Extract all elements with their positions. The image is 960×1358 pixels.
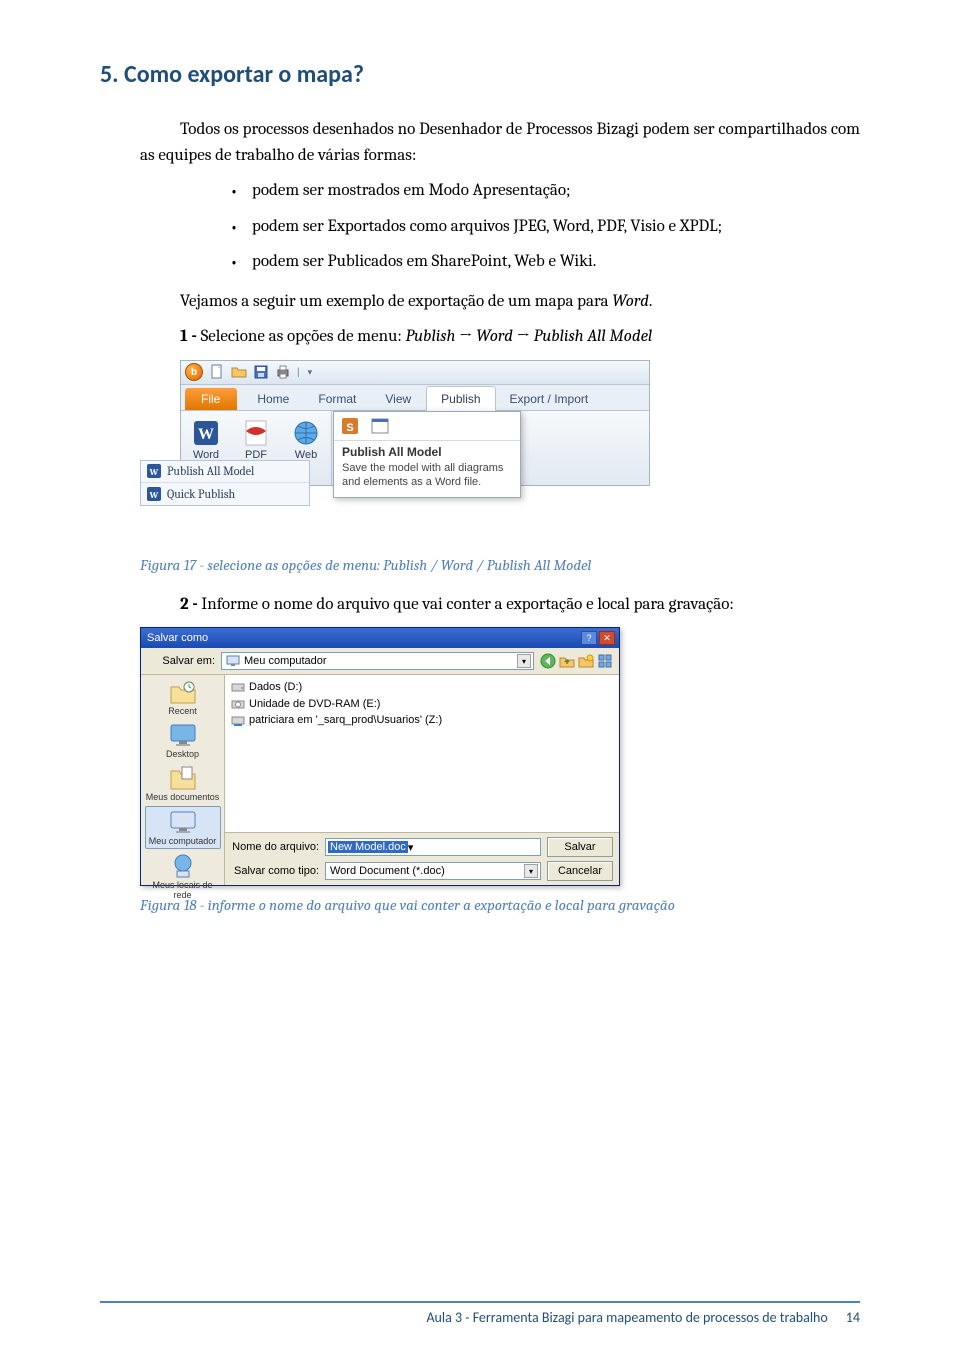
page-number: 14 — [846, 1309, 860, 1326]
tooltip-body: Save the model with all diagrams and ele… — [334, 461, 520, 498]
word-icon: W — [192, 419, 220, 447]
qat-dropdown-icon[interactable]: ▾ — [308, 367, 313, 378]
svg-text:W: W — [198, 426, 214, 443]
tab-home[interactable]: Home — [243, 387, 304, 410]
example-intro: Vejamos a seguir um exemplo de exportaçã… — [140, 289, 860, 315]
drive-item[interactable]: patriciara em '_sarq_prod\Usuarios' (Z:) — [231, 712, 613, 729]
save-in-combo[interactable]: Meu computador ▾ — [221, 652, 534, 670]
new-folder-icon[interactable] — [578, 653, 594, 669]
print-icon[interactable] — [275, 364, 291, 380]
step-1: 1 - Selecione as opções de menu: Publish… — [140, 324, 860, 350]
filename-label: Nome do arquivo: — [231, 841, 319, 853]
views-icon[interactable] — [597, 653, 613, 669]
intro-paragraph: Todos os processos desenhados no Desenha… — [140, 117, 860, 168]
svg-text:S: S — [346, 422, 353, 434]
app-orb-icon[interactable]: b — [185, 363, 203, 381]
drive-item[interactable]: Dados (D:) — [231, 679, 613, 696]
network-icon — [169, 853, 197, 879]
tooltip-publish-all-model: S Publish All Model Save the model with … — [333, 411, 521, 499]
back-icon[interactable] — [540, 653, 556, 669]
pdf-icon — [242, 419, 270, 447]
file-list-area[interactable]: Dados (D:) Unidade de DVD-RAM (E:) patri… — [225, 675, 619, 885]
tab-export-import[interactable]: Export / Import — [496, 387, 604, 410]
chevron-down-icon: ▾ — [517, 654, 531, 668]
bullet-item: podem ser Publicados em SharePoint, Web … — [230, 249, 860, 275]
save-icon[interactable] — [253, 364, 269, 380]
chevron-down-icon: ▾ — [524, 864, 538, 878]
hdd-icon — [231, 681, 245, 693]
drive-item[interactable]: Unidade de DVD-RAM (E:) — [231, 696, 613, 713]
menu-publish-all-model[interactable]: W Publish All Model — [141, 461, 309, 483]
help-button[interactable]: ? — [581, 631, 597, 645]
place-computer[interactable]: Meu computador — [145, 806, 221, 849]
cancel-button[interactable]: Cancelar — [547, 861, 613, 881]
svg-text:W: W — [149, 468, 159, 478]
menu-quick-publish[interactable]: W Quick Publish — [141, 483, 309, 505]
wiki-icon — [370, 416, 390, 436]
word-mini-icon: W — [147, 487, 161, 501]
save-in-label: Salvar em: — [147, 655, 215, 667]
page-footer: Aula 3 - Ferramenta Bizagi para mapeamen… — [100, 1301, 860, 1326]
network-drive-icon — [231, 714, 245, 726]
footer-text: Aula 3 - Ferramenta Bizagi para mapeamen… — [426, 1309, 827, 1326]
section-heading: 5. Como exportar o mapa? — [100, 60, 860, 89]
svg-text:W: W — [149, 491, 159, 501]
quick-access-toolbar: b | ▾ — [181, 361, 649, 385]
bullet-list: podem ser mostrados em Modo Apresentação… — [230, 178, 860, 275]
figure-18-saveas-dialog: Salvar como ? ✕ Salvar em: Meu computado… — [140, 627, 620, 886]
figure-18-caption: Figura 18 - informe o nome do arquivo qu… — [140, 896, 860, 914]
filetype-label: Salvar como tipo: — [231, 865, 319, 877]
word-mini-icon: W — [147, 464, 161, 478]
bullet-item: podem ser Exportados como arquivos JPEG,… — [230, 214, 860, 240]
recent-icon — [169, 679, 197, 705]
new-file-icon[interactable] — [209, 364, 225, 380]
tab-file[interactable]: File — [185, 388, 237, 410]
tab-format[interactable]: Format — [304, 387, 371, 410]
dvd-icon — [231, 698, 245, 710]
place-recent[interactable]: Recent — [145, 677, 221, 718]
up-folder-icon[interactable] — [559, 653, 575, 669]
close-button[interactable]: ✕ — [599, 631, 615, 645]
places-bar: Recent Desktop Meus documentos Meu compu… — [141, 675, 225, 885]
save-button[interactable]: Salvar — [547, 837, 613, 857]
dialog-titlebar: Salvar como ? ✕ — [141, 628, 619, 648]
filetype-combo[interactable]: Word Document (*.doc) ▾ — [325, 862, 541, 880]
place-documents[interactable]: Meus documentos — [145, 763, 221, 804]
sharepoint-icon: S — [340, 416, 360, 436]
figure-17: b | ▾ File Home Format View Publish Expo… — [140, 360, 860, 486]
computer-icon — [226, 654, 240, 668]
desktop-icon — [169, 722, 197, 748]
dialog-title: Salvar como — [147, 632, 208, 644]
tab-view[interactable]: View — [371, 387, 426, 410]
filename-input[interactable]: New Model.doc ▾ — [325, 838, 541, 856]
place-desktop[interactable]: Desktop — [145, 720, 221, 761]
figure-17-caption: Figura 17 - selecione as opções de menu:… — [140, 556, 860, 574]
open-folder-icon[interactable] — [231, 364, 247, 380]
step-2: 2 - Informe o nome do arquivo que vai co… — [140, 592, 860, 618]
place-network[interactable]: Meus locais de rede — [145, 851, 221, 902]
bullet-item: podem ser mostrados em Modo Apresentação… — [230, 178, 860, 204]
documents-icon — [169, 765, 197, 791]
computer-icon — [169, 809, 197, 835]
tooltip-title: Publish All Model — [334, 441, 520, 461]
ribbon-tabs: File Home Format View Publish Export / I… — [181, 385, 649, 411]
tab-publish[interactable]: Publish — [426, 386, 495, 411]
publish-dropdown-menu: W Publish All Model W Quick Publish — [140, 460, 310, 506]
chevron-down-icon: ▾ — [408, 841, 414, 854]
web-globe-icon — [292, 419, 320, 447]
